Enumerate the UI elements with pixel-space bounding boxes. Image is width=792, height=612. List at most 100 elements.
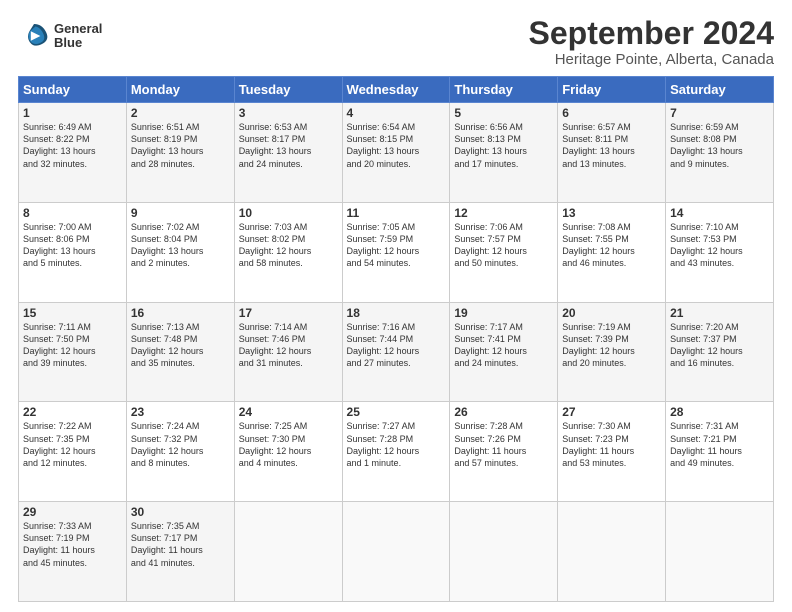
day-number: 26: [454, 405, 553, 419]
page: General Blue September 2024 Heritage Poi…: [0, 0, 792, 612]
logo: General Blue: [18, 20, 102, 52]
day-number: 30: [131, 505, 230, 519]
calendar-cell: [450, 502, 558, 602]
day-number: 4: [347, 106, 446, 120]
calendar-week-row: 29Sunrise: 7:33 AM Sunset: 7:19 PM Dayli…: [19, 502, 774, 602]
day-info: Sunrise: 7:28 AM Sunset: 7:26 PM Dayligh…: [454, 420, 553, 469]
logo-line2: Blue: [54, 36, 102, 50]
day-number: 3: [239, 106, 338, 120]
day-info: Sunrise: 7:20 AM Sunset: 7:37 PM Dayligh…: [670, 321, 769, 370]
day-info: Sunrise: 7:30 AM Sunset: 7:23 PM Dayligh…: [562, 420, 661, 469]
day-info: Sunrise: 7:13 AM Sunset: 7:48 PM Dayligh…: [131, 321, 230, 370]
calendar-cell: [234, 502, 342, 602]
day-info: Sunrise: 6:56 AM Sunset: 8:13 PM Dayligh…: [454, 121, 553, 170]
calendar-week-row: 8Sunrise: 7:00 AM Sunset: 8:06 PM Daylig…: [19, 202, 774, 302]
calendar-cell: 10Sunrise: 7:03 AM Sunset: 8:02 PM Dayli…: [234, 202, 342, 302]
day-number: 11: [347, 206, 446, 220]
weekday-header: Thursday: [450, 77, 558, 103]
day-info: Sunrise: 7:33 AM Sunset: 7:19 PM Dayligh…: [23, 520, 122, 569]
calendar-week-row: 22Sunrise: 7:22 AM Sunset: 7:35 PM Dayli…: [19, 402, 774, 502]
day-number: 6: [562, 106, 661, 120]
calendar-cell: 20Sunrise: 7:19 AM Sunset: 7:39 PM Dayli…: [558, 302, 666, 402]
day-info: Sunrise: 7:03 AM Sunset: 8:02 PM Dayligh…: [239, 221, 338, 270]
calendar-cell: 13Sunrise: 7:08 AM Sunset: 7:55 PM Dayli…: [558, 202, 666, 302]
weekday-header: Saturday: [666, 77, 774, 103]
calendar-cell: 26Sunrise: 7:28 AM Sunset: 7:26 PM Dayli…: [450, 402, 558, 502]
day-number: 18: [347, 306, 446, 320]
day-number: 29: [23, 505, 122, 519]
day-number: 17: [239, 306, 338, 320]
weekday-header: Sunday: [19, 77, 127, 103]
calendar-cell: 5Sunrise: 6:56 AM Sunset: 8:13 PM Daylig…: [450, 103, 558, 203]
day-info: Sunrise: 7:27 AM Sunset: 7:28 PM Dayligh…: [347, 420, 446, 469]
day-number: 23: [131, 405, 230, 419]
day-number: 7: [670, 106, 769, 120]
calendar-cell: 4Sunrise: 6:54 AM Sunset: 8:15 PM Daylig…: [342, 103, 450, 203]
day-info: Sunrise: 7:24 AM Sunset: 7:32 PM Dayligh…: [131, 420, 230, 469]
day-info: Sunrise: 7:22 AM Sunset: 7:35 PM Dayligh…: [23, 420, 122, 469]
calendar-cell: [666, 502, 774, 602]
day-info: Sunrise: 7:16 AM Sunset: 7:44 PM Dayligh…: [347, 321, 446, 370]
calendar-cell: 11Sunrise: 7:05 AM Sunset: 7:59 PM Dayli…: [342, 202, 450, 302]
day-number: 8: [23, 206, 122, 220]
logo-icon: [18, 20, 50, 52]
weekday-header-row: SundayMondayTuesdayWednesdayThursdayFrid…: [19, 77, 774, 103]
calendar-cell: 9Sunrise: 7:02 AM Sunset: 8:04 PM Daylig…: [126, 202, 234, 302]
calendar-title: September 2024: [529, 16, 774, 51]
calendar-cell: 17Sunrise: 7:14 AM Sunset: 7:46 PM Dayli…: [234, 302, 342, 402]
day-info: Sunrise: 7:00 AM Sunset: 8:06 PM Dayligh…: [23, 221, 122, 270]
calendar-cell: 19Sunrise: 7:17 AM Sunset: 7:41 PM Dayli…: [450, 302, 558, 402]
calendar-cell: 30Sunrise: 7:35 AM Sunset: 7:17 PM Dayli…: [126, 502, 234, 602]
logo-text: General Blue: [54, 22, 102, 51]
day-info: Sunrise: 7:11 AM Sunset: 7:50 PM Dayligh…: [23, 321, 122, 370]
day-info: Sunrise: 7:10 AM Sunset: 7:53 PM Dayligh…: [670, 221, 769, 270]
day-number: 10: [239, 206, 338, 220]
calendar-table: SundayMondayTuesdayWednesdayThursdayFrid…: [18, 76, 774, 602]
day-info: Sunrise: 7:19 AM Sunset: 7:39 PM Dayligh…: [562, 321, 661, 370]
calendar-cell: 1Sunrise: 6:49 AM Sunset: 8:22 PM Daylig…: [19, 103, 127, 203]
day-number: 2: [131, 106, 230, 120]
day-info: Sunrise: 7:08 AM Sunset: 7:55 PM Dayligh…: [562, 221, 661, 270]
calendar-cell: 27Sunrise: 7:30 AM Sunset: 7:23 PM Dayli…: [558, 402, 666, 502]
weekday-header: Friday: [558, 77, 666, 103]
calendar-cell: [558, 502, 666, 602]
day-info: Sunrise: 7:25 AM Sunset: 7:30 PM Dayligh…: [239, 420, 338, 469]
calendar-cell: 3Sunrise: 6:53 AM Sunset: 8:17 PM Daylig…: [234, 103, 342, 203]
calendar-week-row: 1Sunrise: 6:49 AM Sunset: 8:22 PM Daylig…: [19, 103, 774, 203]
calendar-cell: 28Sunrise: 7:31 AM Sunset: 7:21 PM Dayli…: [666, 402, 774, 502]
day-number: 25: [347, 405, 446, 419]
calendar-cell: 8Sunrise: 7:00 AM Sunset: 8:06 PM Daylig…: [19, 202, 127, 302]
calendar-cell: 22Sunrise: 7:22 AM Sunset: 7:35 PM Dayli…: [19, 402, 127, 502]
day-info: Sunrise: 7:31 AM Sunset: 7:21 PM Dayligh…: [670, 420, 769, 469]
calendar-cell: 12Sunrise: 7:06 AM Sunset: 7:57 PM Dayli…: [450, 202, 558, 302]
day-number: 27: [562, 405, 661, 419]
calendar-cell: 7Sunrise: 6:59 AM Sunset: 8:08 PM Daylig…: [666, 103, 774, 203]
day-info: Sunrise: 6:51 AM Sunset: 8:19 PM Dayligh…: [131, 121, 230, 170]
day-number: 16: [131, 306, 230, 320]
calendar-subtitle: Heritage Pointe, Alberta, Canada: [529, 51, 774, 68]
day-number: 5: [454, 106, 553, 120]
day-number: 15: [23, 306, 122, 320]
calendar-cell: 6Sunrise: 6:57 AM Sunset: 8:11 PM Daylig…: [558, 103, 666, 203]
day-info: Sunrise: 6:57 AM Sunset: 8:11 PM Dayligh…: [562, 121, 661, 170]
day-info: Sunrise: 7:14 AM Sunset: 7:46 PM Dayligh…: [239, 321, 338, 370]
weekday-header: Monday: [126, 77, 234, 103]
calendar-cell: 16Sunrise: 7:13 AM Sunset: 7:48 PM Dayli…: [126, 302, 234, 402]
day-info: Sunrise: 7:02 AM Sunset: 8:04 PM Dayligh…: [131, 221, 230, 270]
day-number: 13: [562, 206, 661, 220]
calendar-cell: 18Sunrise: 7:16 AM Sunset: 7:44 PM Dayli…: [342, 302, 450, 402]
logo-line1: General: [54, 22, 102, 36]
calendar-cell: 14Sunrise: 7:10 AM Sunset: 7:53 PM Dayli…: [666, 202, 774, 302]
weekday-header: Tuesday: [234, 77, 342, 103]
calendar-cell: 21Sunrise: 7:20 AM Sunset: 7:37 PM Dayli…: [666, 302, 774, 402]
title-block: September 2024 Heritage Pointe, Alberta,…: [529, 16, 774, 68]
day-number: 28: [670, 405, 769, 419]
weekday-header: Wednesday: [342, 77, 450, 103]
day-number: 12: [454, 206, 553, 220]
calendar-cell: 25Sunrise: 7:27 AM Sunset: 7:28 PM Dayli…: [342, 402, 450, 502]
day-number: 1: [23, 106, 122, 120]
calendar-week-row: 15Sunrise: 7:11 AM Sunset: 7:50 PM Dayli…: [19, 302, 774, 402]
calendar-cell: 23Sunrise: 7:24 AM Sunset: 7:32 PM Dayli…: [126, 402, 234, 502]
day-info: Sunrise: 6:49 AM Sunset: 8:22 PM Dayligh…: [23, 121, 122, 170]
day-number: 21: [670, 306, 769, 320]
